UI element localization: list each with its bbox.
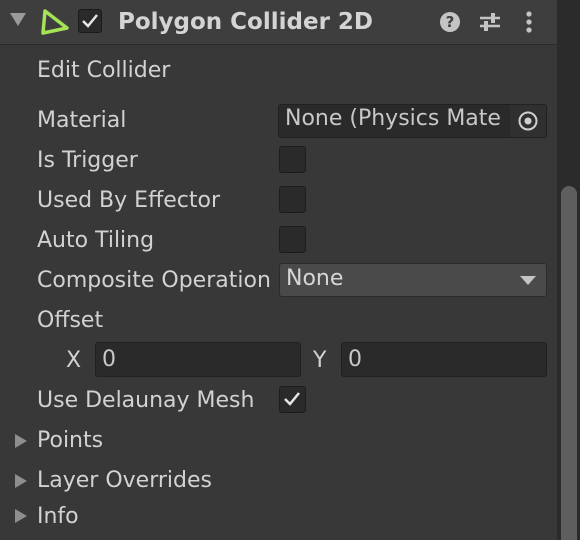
used-by-effector-checkbox[interactable] (279, 186, 306, 213)
use-delaunay-mesh-label: Use Delaunay Mesh (37, 388, 255, 413)
used-by-effector-label: Used By Effector (37, 188, 220, 213)
material-label: Material (37, 108, 127, 133)
offset-x-value: 0 (102, 347, 116, 372)
object-picker-button[interactable] (510, 105, 546, 137)
material-field[interactable]: None (Physics Mate (278, 104, 547, 138)
points-foldout[interactable]: Points (37, 428, 103, 454)
offset-x-label[interactable]: X (66, 348, 81, 374)
svg-text:?: ? (446, 13, 455, 31)
layer-overrides-foldout-arrow-icon[interactable] (15, 474, 27, 488)
checkmark-icon (284, 392, 300, 406)
points-foldout-arrow-icon[interactable] (15, 434, 27, 448)
info-foldout[interactable]: Info (37, 504, 79, 530)
scrollbar-thumb[interactable] (561, 186, 577, 540)
composite-operation-value: None (286, 266, 344, 291)
is-trigger-label: Is Trigger (37, 148, 138, 173)
component-enabled-checkbox[interactable] (78, 9, 102, 33)
checkmark-icon (82, 14, 98, 28)
offset-y-value: 0 (348, 347, 362, 372)
presets-icon[interactable] (478, 10, 502, 34)
vertical-scrollbar[interactable] (557, 0, 580, 540)
auto-tiling-checkbox[interactable] (279, 226, 306, 253)
material-value: None (Physics Mate (285, 106, 501, 131)
auto-tiling-label: Auto Tiling (37, 228, 155, 253)
edit-collider-button[interactable]: Edit Collider (37, 58, 170, 84)
kebab-menu-icon[interactable] (521, 11, 537, 33)
offset-y-field[interactable]: 0 (341, 342, 547, 377)
foldout-arrow-icon[interactable] (10, 13, 26, 26)
help-icon[interactable]: ? (439, 11, 461, 33)
component-title: Polygon Collider 2D (118, 9, 374, 35)
offset-x-field[interactable]: 0 (95, 342, 301, 377)
layer-overrides-foldout[interactable]: Layer Overrides (37, 468, 212, 494)
component-header[interactable]: Polygon Collider 2D ? (0, 0, 560, 45)
chevron-down-icon (520, 276, 536, 285)
is-trigger-checkbox[interactable] (279, 146, 306, 173)
composite-operation-label: Composite Operation (37, 268, 271, 293)
object-picker-icon (518, 111, 538, 131)
offset-y-label[interactable]: Y (313, 348, 326, 374)
use-delaunay-mesh-checkbox[interactable] (279, 386, 306, 413)
polygon-collider-icon (41, 9, 69, 35)
info-foldout-arrow-icon[interactable] (15, 509, 27, 523)
composite-operation-dropdown[interactable]: None (279, 263, 547, 297)
offset-label: Offset (37, 308, 104, 333)
inspector-panel: Polygon Collider 2D ? Edit Collider Mate… (0, 0, 580, 540)
